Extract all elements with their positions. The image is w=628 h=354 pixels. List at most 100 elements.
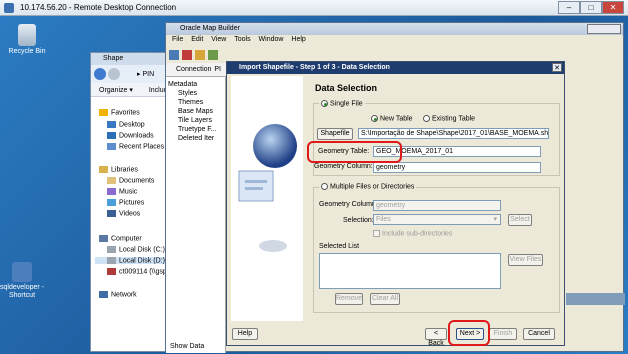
nav-music[interactable]: Music xyxy=(107,188,137,195)
network-drive-icon xyxy=(107,268,116,275)
toolbar-icon[interactable] xyxy=(208,50,218,60)
rdp-icon xyxy=(4,3,14,13)
remove-button[interactable]: Remove xyxy=(335,293,363,305)
data-selection-heading: Data Selection xyxy=(315,83,378,93)
globe-illustration xyxy=(238,124,297,252)
selection-dropdown[interactable]: Files ▾ xyxy=(373,214,501,225)
tree-styles[interactable]: Styles xyxy=(178,90,197,97)
recycle-bin-shortcut[interactable]: Recycle Bin xyxy=(0,24,57,55)
explorer-breadcrumb[interactable]: ▸ PIN xyxy=(137,70,154,78)
nav-computer[interactable]: Computer xyxy=(99,235,142,242)
shapefile-button[interactable]: Shapefile xyxy=(317,128,353,140)
minimize-button[interactable]: – xyxy=(558,1,580,14)
menu-view[interactable]: View xyxy=(211,36,226,43)
back-button[interactable]: < Back xyxy=(425,328,447,347)
toolbar-icon[interactable] xyxy=(169,50,179,60)
nav-pictures[interactable]: Pictures xyxy=(107,199,144,206)
sqldeveloper-shortcut[interactable]: sqldeveloper - Shortcut xyxy=(0,262,52,300)
nav-recent-places[interactable]: Recent Places xyxy=(107,143,164,150)
select-button[interactable]: Select xyxy=(508,214,532,226)
wizard-illustration xyxy=(231,76,303,321)
multi-geometry-column-field[interactable]: geometry xyxy=(373,200,501,211)
single-file-option[interactable]: Single File xyxy=(319,100,365,108)
highlight-geometry-table xyxy=(307,141,402,163)
maximize-button[interactable]: □ xyxy=(580,1,602,14)
star-icon xyxy=(99,109,108,116)
desktop-icon xyxy=(107,121,116,128)
nav-network-drive[interactable]: ct009114 (\\gsp xyxy=(107,268,167,275)
tree-base-maps[interactable]: Base Maps xyxy=(178,108,213,115)
clear-all-button[interactable]: Clear All xyxy=(370,293,400,305)
chevron-down-icon: ▾ xyxy=(493,216,497,223)
multiple-files-radio xyxy=(321,183,328,190)
menu-tools[interactable]: Tools xyxy=(234,36,250,43)
tree-metadata[interactable]: Metadata xyxy=(168,81,197,88)
explorer-address-bar: ▸ PIN xyxy=(91,65,174,83)
include-subdirs-option[interactable]: Include sub-directories xyxy=(373,230,452,237)
pictures-icon xyxy=(107,199,116,206)
documents-icon xyxy=(107,177,116,184)
menu-file[interactable]: File xyxy=(172,36,183,43)
tree-truetype[interactable]: Truetype F... xyxy=(178,126,217,133)
explorer-toolbar: Organize ▾ Include xyxy=(91,83,174,97)
recycle-bin-label: Recycle Bin xyxy=(8,48,46,55)
show-data-tab[interactable]: Show Data xyxy=(170,343,204,350)
nav-videos[interactable]: Videos xyxy=(107,210,140,217)
explorer-title: Shape xyxy=(91,53,174,65)
map-builder-title: Oracle Map Builder xyxy=(166,23,623,35)
tree-tile-layers[interactable]: Tile Layers xyxy=(178,117,212,124)
new-table-radio xyxy=(371,115,378,122)
nav-local-disk-d[interactable]: Local Disk (D:) xyxy=(95,257,175,265)
menu-bar: File Edit View Tools Window Help xyxy=(166,36,623,47)
selected-list-box[interactable] xyxy=(319,253,501,289)
menu-window[interactable]: Window xyxy=(259,36,284,43)
disk-icon xyxy=(107,257,116,264)
organize-button[interactable]: Organize ▾ xyxy=(99,87,133,94)
connection-panel: Connection PI Metadata Styles Themes Bas… xyxy=(166,63,226,353)
map-builder-window-controls[interactable] xyxy=(587,24,621,34)
close-icon[interactable]: ✕ xyxy=(552,63,562,72)
network-icon xyxy=(99,291,108,298)
menu-help[interactable]: Help xyxy=(291,36,305,43)
toolbar-icon[interactable] xyxy=(182,50,192,60)
recycle-bin-icon xyxy=(18,24,36,46)
close-button[interactable]: ✕ xyxy=(602,1,624,14)
nav-local-disk-c[interactable]: Local Disk (C:) xyxy=(107,246,165,253)
downloads-icon xyxy=(107,132,116,139)
explorer-window: Shape ▸ PIN Organize ▾ Include Favorites… xyxy=(90,52,175,352)
libraries-icon xyxy=(99,166,108,173)
nav-favorites[interactable]: Favorites xyxy=(99,109,140,116)
help-button[interactable]: Help xyxy=(232,328,258,340)
cancel-button[interactable]: Cancel xyxy=(523,328,555,340)
tree-themes[interactable]: Themes xyxy=(178,99,203,106)
multiple-files-option[interactable]: Multiple Files or Directories xyxy=(319,183,417,191)
existing-table-radio xyxy=(423,115,430,122)
toolbar-icon[interactable] xyxy=(195,50,205,60)
dialog-title: Import Shapefile - Step 1 of 3 - Data Se… xyxy=(227,62,564,74)
finish-button[interactable]: Finish xyxy=(489,328,517,340)
nav-network[interactable]: Network xyxy=(99,291,137,298)
import-shapefile-dialog: Import Shapefile - Step 1 of 3 - Data Se… xyxy=(226,61,565,347)
single-file-radio xyxy=(321,100,328,107)
checkbox xyxy=(373,230,380,237)
shapefile-path-field[interactable]: S:\Importação de Shape\Shape\2017_01\BAS… xyxy=(358,128,549,139)
forward-arrow-icon[interactable] xyxy=(108,68,120,80)
existing-table-option[interactable]: Existing Table xyxy=(423,115,475,122)
geometry-column-field[interactable]: geometry xyxy=(373,162,541,173)
rdp-titlebar: 10.174.56.20 - Remote Desktop Connection… xyxy=(0,0,628,16)
view-files-button[interactable]: View Files xyxy=(508,254,543,266)
nav-desktop[interactable]: Desktop xyxy=(107,121,145,128)
geometry-column-label: Geometry Column: xyxy=(314,163,373,170)
back-arrow-icon[interactable] xyxy=(94,68,106,80)
connection-tab[interactable]: Connection PI xyxy=(166,63,226,77)
nav-documents[interactable]: Documents xyxy=(107,177,154,184)
map-area-strip xyxy=(566,293,625,305)
menu-edit[interactable]: Edit xyxy=(191,36,203,43)
rdp-title: 10.174.56.20 - Remote Desktop Connection xyxy=(20,3,177,12)
sqldeveloper-label: sqldeveloper - Shortcut xyxy=(0,284,44,299)
new-table-option[interactable]: New Table xyxy=(371,115,413,122)
tree-deleted[interactable]: Deleted Iter xyxy=(178,135,214,142)
computer-icon xyxy=(99,235,108,242)
nav-libraries[interactable]: Libraries xyxy=(99,166,138,173)
nav-downloads[interactable]: Downloads xyxy=(107,132,154,139)
